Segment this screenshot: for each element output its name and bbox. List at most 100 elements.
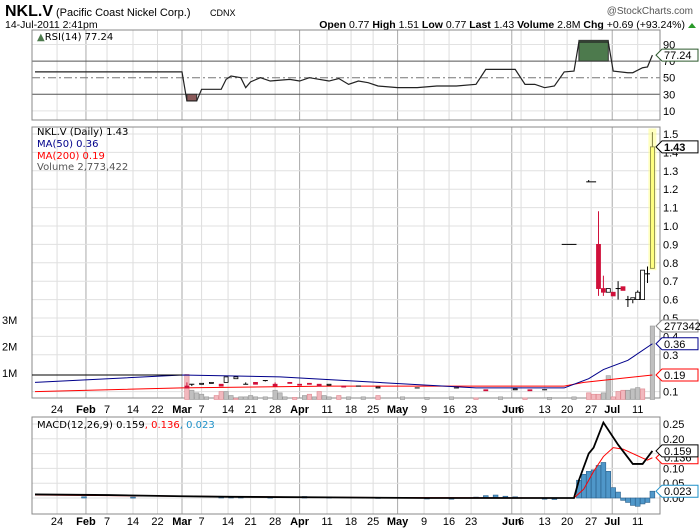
candle-body <box>512 388 518 391</box>
volume-bar <box>630 388 636 400</box>
candle-body <box>605 288 611 293</box>
x-tick-label-bottom: 6 <box>518 516 524 528</box>
rsi-tick-label: 30 <box>663 89 675 101</box>
macd-tick-label: 0.25 <box>663 419 684 431</box>
x-tick-label: 13 <box>538 404 550 416</box>
ma200-legend: MA(200) 0.19 <box>37 151 105 162</box>
x-tick-label-bottom: 18 <box>345 516 357 528</box>
volume-bar <box>497 396 503 400</box>
macd-histogram-bar <box>595 465 602 499</box>
volume-bar <box>625 389 631 400</box>
candle-body <box>208 381 214 384</box>
price-tick-label: 1.5 <box>663 129 678 141</box>
volume-tick-label: 3M <box>2 315 17 327</box>
ma50-callout: 0.36 <box>664 339 685 351</box>
macd-legend-signal: , 0.136 <box>145 420 180 431</box>
x-tick-label-bottom: May <box>387 516 409 528</box>
rsi-line <box>35 41 653 102</box>
x-tick-label-bottom: 23 <box>465 516 477 528</box>
candle-body <box>326 383 332 386</box>
volume-bar <box>346 396 352 400</box>
x-tick-label-bottom: 27 <box>585 516 597 528</box>
volume-bar <box>615 391 621 400</box>
rsi-oversold-shading <box>186 93 198 102</box>
x-tick-label: Jul <box>604 404 620 416</box>
x-tick-label-bottom: Apr <box>290 516 310 528</box>
volume-bar <box>640 388 646 400</box>
volume-bar <box>360 396 366 400</box>
chg-label: Chg <box>583 19 603 31</box>
macd-histogram-bar <box>585 471 592 499</box>
price-tick-label: 0.1 <box>663 387 678 399</box>
volume-bar <box>282 396 288 400</box>
x-tick-label-bottom: 22 <box>151 516 163 528</box>
volume-callout: 2773422 <box>664 321 700 333</box>
x-tick-label: Apr <box>290 404 310 416</box>
macd-histogram-bar <box>610 487 616 499</box>
symbol: NKL.V <box>5 3 53 20</box>
macd-histogram-bar <box>620 497 626 501</box>
rsi-legend: ▲RSI(14) 77.24 <box>37 32 113 43</box>
high-value: 1.51 <box>399 19 420 31</box>
volume-bar <box>321 395 327 400</box>
company-name: (Pacific Coast Nickel Corp.) <box>56 7 190 19</box>
macd-signal-line <box>34 447 653 499</box>
volume-bar <box>218 391 224 400</box>
last-value: 1.43 <box>494 19 515 31</box>
macd-histogram-bar <box>639 497 646 505</box>
candle-body <box>375 386 381 389</box>
volume-bar <box>199 393 205 400</box>
volume-bar <box>253 396 259 400</box>
volume-bar <box>326 396 332 400</box>
last-candle-highlight <box>648 128 657 271</box>
volume-bar <box>301 395 307 400</box>
volume-bar <box>316 391 322 400</box>
open-label: Open <box>319 19 346 31</box>
chg-value: +0.69 (+93.24%) <box>607 19 685 31</box>
price-callout: 1.43 <box>664 142 685 154</box>
price-tick-label: 1.1 <box>663 203 678 215</box>
x-tick-label: 9 <box>421 404 427 416</box>
volume-bar <box>595 393 601 400</box>
open-value: 0.77 <box>349 19 370 31</box>
volume-bar <box>635 387 641 400</box>
price-tick-label: 0.7 <box>663 276 678 288</box>
macd-legend: MACD(12,26,9) 0.159, 0.136, 0.023 <box>37 420 215 431</box>
high-label: High <box>372 19 395 31</box>
volume-bar <box>375 395 381 400</box>
candle-body <box>287 381 293 384</box>
x-tick-label: Mar <box>172 404 192 416</box>
x-tick-label-bottom: 25 <box>367 516 379 528</box>
volume-bar <box>586 392 592 400</box>
candle-body <box>306 382 312 385</box>
watermark: @StockCharts.com <box>607 6 693 17</box>
stock-chart: NKL.V (Pacific Coast Nickel Corp.) CDNX … <box>2 3 700 528</box>
macd-histogram-bar <box>649 490 656 499</box>
volume-bar <box>238 396 244 400</box>
datetime: 14-Jul-2011 2:41pm <box>5 19 98 31</box>
triangle-up-icon <box>688 23 696 28</box>
x-tick-label-bottom: 11 <box>321 516 332 528</box>
x-tick-label: 6 <box>518 404 524 416</box>
price-tick-label: 0.6 <box>663 295 678 307</box>
volume-bar <box>311 396 317 400</box>
rsi-overbought-shading <box>578 39 609 62</box>
x-tick-label-bottom: Mar <box>172 516 192 528</box>
x-tick-label-bottom: 14 <box>127 516 139 528</box>
x-tick-label-bottom: 21 <box>244 516 256 528</box>
x-tick-label: 20 <box>561 404 573 416</box>
rsi-tick-label: 10 <box>663 106 675 118</box>
macd-histogram-bar <box>615 491 621 499</box>
x-tick-label: 23 <box>465 404 477 416</box>
x-tick-label: 14 <box>222 404 234 416</box>
rsi-tick-label: 50 <box>663 73 675 85</box>
x-tick-label-bottom: 9 <box>421 516 427 528</box>
macd-histogram-bar <box>625 497 631 503</box>
price-tick-label: 1.2 <box>663 184 678 196</box>
volume-bar <box>248 395 254 400</box>
volume-bar <box>233 397 239 400</box>
x-tick-label-bottom: 11 <box>632 516 643 528</box>
x-tick-label: 21 <box>244 404 256 416</box>
x-tick-label: 28 <box>269 404 281 416</box>
volume-bar <box>448 396 454 400</box>
